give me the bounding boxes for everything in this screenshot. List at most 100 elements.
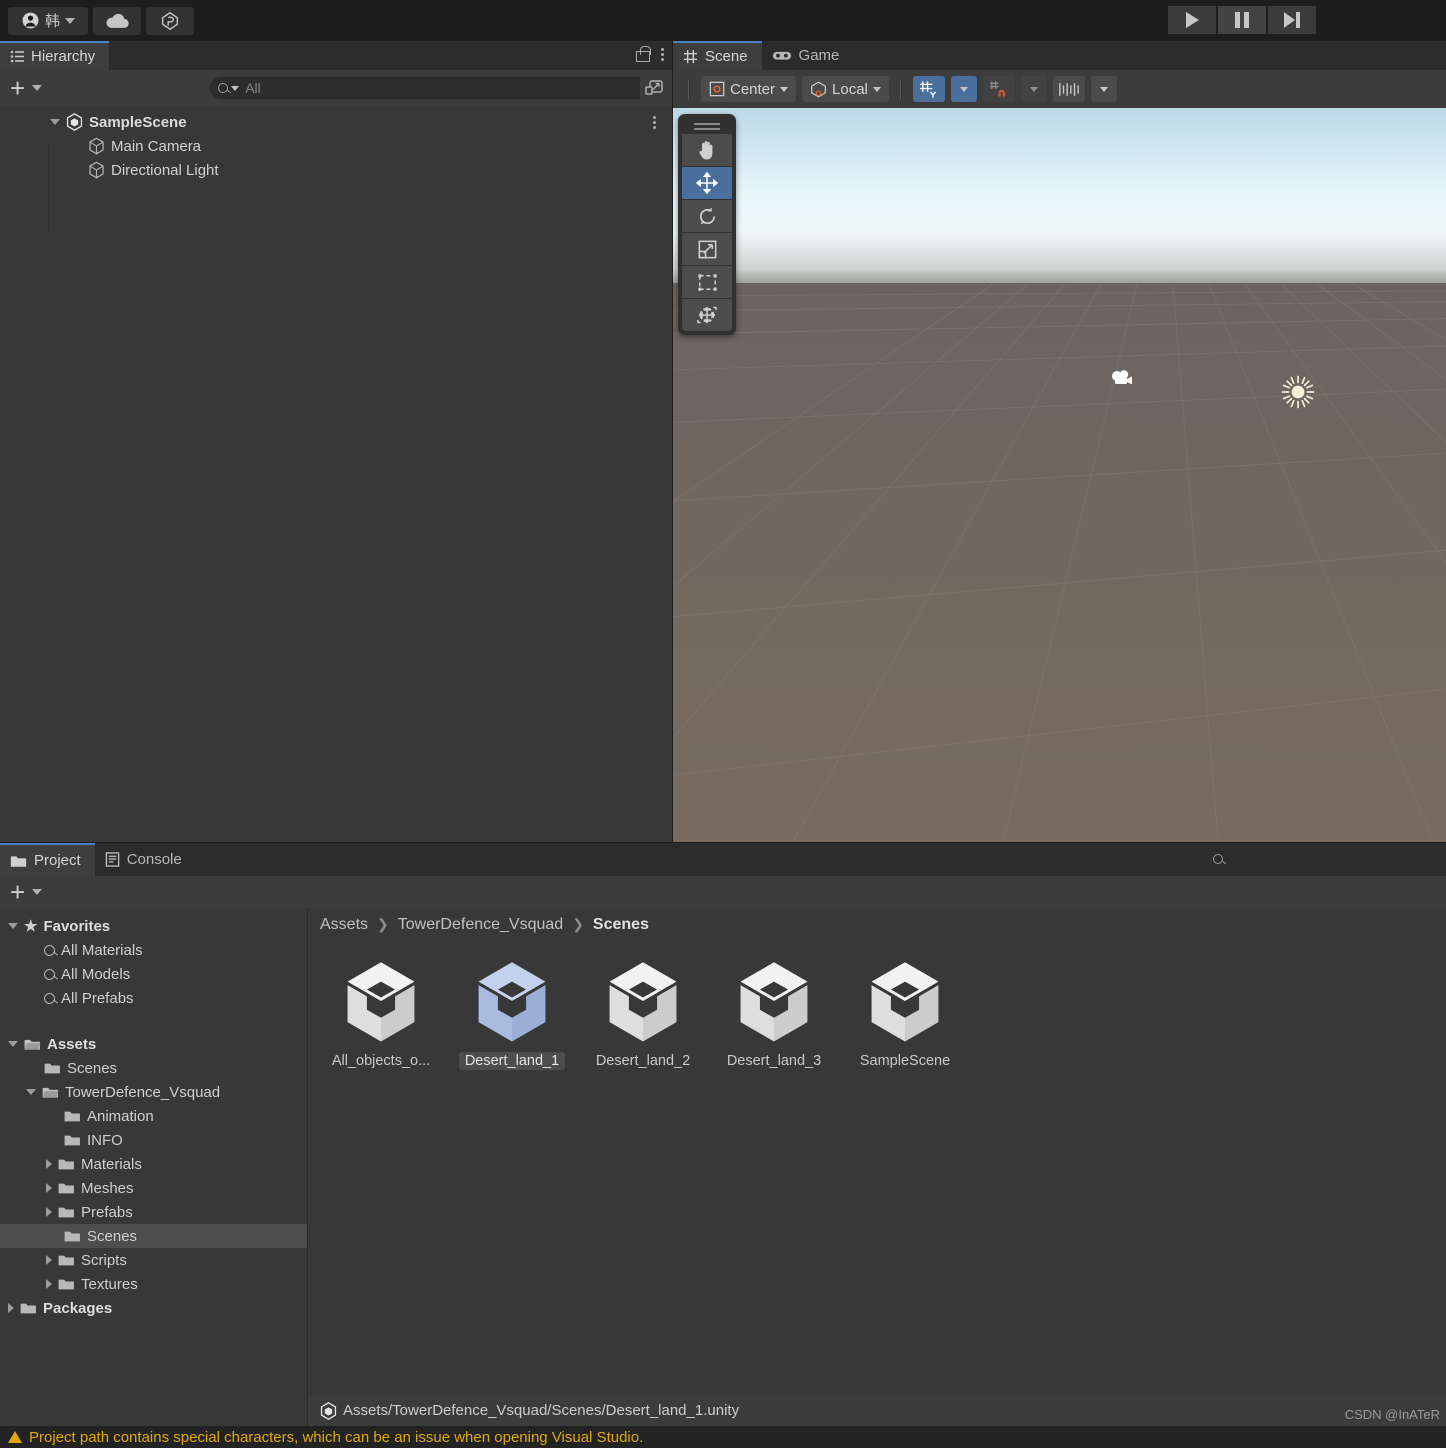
- grid-snapping-dropdown[interactable]: [1021, 76, 1047, 102]
- tree-row-animation[interactable]: Animation: [0, 1104, 307, 1128]
- project-add-button[interactable]: +: [10, 882, 42, 902]
- asset-item[interactable]: SampleScene: [850, 957, 960, 1070]
- chevron-right-icon[interactable]: [46, 1183, 52, 1193]
- rotation-mode-dropdown[interactable]: Local: [802, 76, 889, 102]
- tree-row-towerdefence[interactable]: TowerDefence_Vsquad: [0, 1080, 307, 1104]
- project-search-input[interactable]: [1204, 848, 1442, 870]
- hierarchy-row-label: SampleScene: [89, 114, 187, 131]
- chevron-down-icon: [1030, 87, 1038, 92]
- asset-grid: All_objects_o... Desert_land_1: [308, 941, 1446, 1070]
- move-tool-button[interactable]: [682, 167, 732, 199]
- tree-row-label: Scenes: [87, 1228, 137, 1245]
- increment-snap-button[interactable]: [1053, 76, 1085, 102]
- hierarchy-indent-guide: [48, 142, 49, 230]
- tab-project-label: Project: [34, 852, 81, 869]
- unity-scene-icon: [599, 957, 687, 1045]
- grid-visibility-button[interactable]: [913, 76, 945, 102]
- tree-row-favorites[interactable]: ★ Favorites: [0, 914, 307, 938]
- chevron-right-icon[interactable]: [46, 1279, 52, 1289]
- folder-icon: [64, 1110, 81, 1123]
- unity-services-button[interactable]: [146, 7, 194, 35]
- tab-scene[interactable]: Scene: [673, 41, 762, 70]
- breadcrumb-item-scenes[interactable]: Scenes: [593, 916, 649, 934]
- increment-snap-dropdown[interactable]: [1091, 76, 1117, 102]
- chevron-down-icon[interactable]: [8, 1041, 18, 1047]
- rect-transform-tool-button[interactable]: [682, 266, 732, 298]
- scene-context-menu-icon[interactable]: [653, 116, 656, 129]
- tab-project[interactable]: Project: [0, 843, 95, 876]
- tree-row-scripts[interactable]: Scripts: [0, 1248, 307, 1272]
- chevron-right-icon[interactable]: [46, 1207, 52, 1217]
- move-icon: [695, 171, 719, 195]
- folder-icon: [58, 1278, 75, 1291]
- asset-item[interactable]: All_objects_o...: [326, 957, 436, 1070]
- tool-palette-drag-handle[interactable]: [682, 118, 732, 134]
- toolbar-divider: [688, 79, 690, 99]
- hierarchy-row-samplescene[interactable]: SampleScene: [0, 110, 672, 134]
- tree-row-label: TowerDefence_Vsquad: [65, 1084, 220, 1101]
- grid-visibility-dropdown[interactable]: [951, 76, 977, 102]
- hierarchy-search-input[interactable]: All: [210, 77, 662, 99]
- tree-row-meshes[interactable]: Meshes: [0, 1176, 307, 1200]
- chevron-right-icon[interactable]: [46, 1255, 52, 1265]
- light-gizmo[interactable]: [1281, 375, 1315, 409]
- tree-row-assets[interactable]: Assets: [0, 1032, 307, 1056]
- tree-row-scenes-root[interactable]: Scenes: [0, 1056, 307, 1080]
- play-button[interactable]: [1168, 6, 1216, 34]
- hierarchy-icon: [10, 50, 24, 63]
- grid-snapping-button[interactable]: [983, 76, 1015, 102]
- hierarchy-toolbar: + All: [0, 70, 672, 106]
- tree-row-all-models[interactable]: All Models: [0, 962, 307, 986]
- cloud-button[interactable]: [93, 7, 141, 35]
- tree-row-all-materials[interactable]: All Materials: [0, 938, 307, 962]
- breadcrumb-item-assets[interactable]: Assets: [320, 916, 368, 934]
- chevron-right-icon[interactable]: [46, 1159, 52, 1169]
- account-button[interactable]: 韩: [8, 7, 88, 35]
- hierarchy-tree: SampleScene Main Camera Directional Ligh…: [0, 106, 672, 182]
- tree-row-label: Assets: [47, 1036, 96, 1053]
- tree-row-all-prefabs[interactable]: All Prefabs: [0, 986, 307, 1010]
- chevron-right-icon[interactable]: [8, 1303, 14, 1313]
- camera-gizmo[interactable]: [1109, 368, 1137, 390]
- hierarchy-row-main-camera[interactable]: Main Camera: [0, 134, 672, 158]
- asset-item[interactable]: Desert_land_2: [588, 957, 698, 1070]
- hierarchy-menu-icon[interactable]: [661, 48, 664, 61]
- pivot-mode-dropdown[interactable]: Center: [701, 76, 796, 102]
- tree-row-info[interactable]: INFO: [0, 1128, 307, 1152]
- scene-viewport[interactable]: [673, 108, 1446, 842]
- search-icon: [44, 993, 55, 1004]
- tree-row-packages[interactable]: Packages: [0, 1296, 307, 1320]
- chevron-down-icon[interactable]: [26, 1089, 36, 1095]
- hierarchy-row-directional-light[interactable]: Directional Light: [0, 158, 672, 182]
- tab-game[interactable]: Game: [762, 41, 854, 70]
- transform-tool-button[interactable]: [682, 299, 732, 331]
- tree-row-label: Scripts: [81, 1252, 127, 1269]
- tab-hierarchy[interactable]: Hierarchy: [0, 41, 109, 70]
- scale-tool-button[interactable]: [682, 233, 732, 265]
- rotate-tool-button[interactable]: [682, 200, 732, 232]
- chevron-down-icon[interactable]: [8, 923, 18, 929]
- asset-item[interactable]: Desert_land_3: [719, 957, 829, 1070]
- hierarchy-add-button[interactable]: +: [10, 78, 42, 98]
- chevron-down-icon: [780, 87, 788, 92]
- tab-console[interactable]: Console: [95, 843, 196, 876]
- step-button[interactable]: [1268, 6, 1316, 34]
- tree-row-prefabs[interactable]: Prefabs: [0, 1200, 307, 1224]
- top-toolbar: 韩: [0, 0, 1446, 41]
- hand-tool-button[interactable]: [682, 134, 732, 166]
- tree-row-scenes-selected[interactable]: Scenes: [0, 1224, 307, 1248]
- tree-row-materials[interactable]: Materials: [0, 1152, 307, 1176]
- pause-button[interactable]: [1218, 6, 1266, 34]
- tree-row-label: All Models: [61, 966, 130, 983]
- transform-icon: [695, 303, 719, 327]
- asset-label: Desert_land_3: [721, 1052, 827, 1070]
- status-bar[interactable]: Project path contains special characters…: [0, 1426, 1446, 1448]
- asset-item[interactable]: Desert_land_1: [457, 957, 567, 1070]
- tree-row-textures[interactable]: Textures: [0, 1272, 307, 1296]
- lock-icon[interactable]: [635, 46, 649, 62]
- search-expand-button[interactable]: [640, 76, 668, 100]
- grid-axis-y-icon: [919, 80, 938, 99]
- chevron-down-icon[interactable]: [50, 119, 60, 125]
- breadcrumb-separator-icon: ❯: [377, 916, 389, 933]
- breadcrumb-item-towerdefence[interactable]: TowerDefence_Vsquad: [398, 916, 563, 934]
